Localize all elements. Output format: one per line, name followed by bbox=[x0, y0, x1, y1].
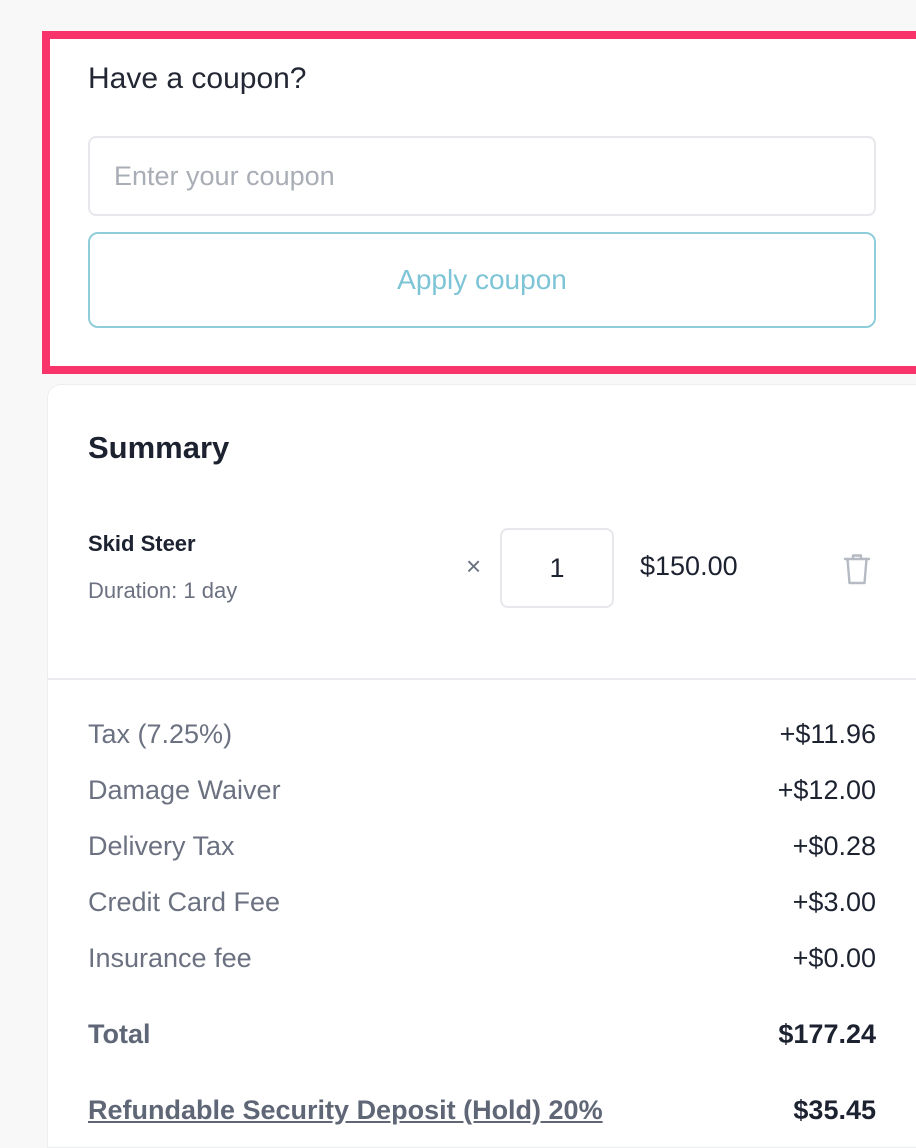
fee-label: Delivery Tax bbox=[88, 830, 235, 861]
fee-value: +$0.00 bbox=[792, 942, 876, 973]
item-price: $150.00 bbox=[640, 551, 738, 581]
fee-label: Tax (7.25%) bbox=[88, 718, 233, 749]
fee-label: Damage Waiver bbox=[88, 774, 281, 805]
fee-value: +$0.28 bbox=[792, 830, 876, 861]
fee-row-damage-waiver: Damage Waiver +$12.00 bbox=[88, 773, 876, 807]
fee-value: +$3.00 bbox=[792, 886, 876, 917]
coupon-title: Have a coupon? bbox=[88, 62, 307, 95]
total-label: Total bbox=[88, 1018, 151, 1049]
quantity-input[interactable] bbox=[500, 528, 614, 608]
trash-icon[interactable] bbox=[842, 552, 872, 586]
fee-value: +$11.96 bbox=[779, 718, 876, 749]
fee-row-credit-card-fee: Credit Card Fee +$3.00 bbox=[88, 885, 876, 919]
summary-title: Summary bbox=[88, 430, 230, 465]
fee-label: Credit Card Fee bbox=[88, 886, 281, 917]
deposit-link[interactable]: Refundable Security Deposit (Hold) 20% bbox=[88, 1095, 603, 1126]
checkout-page: Have a coupon? Apply coupon Summary Skid… bbox=[0, 0, 916, 1148]
deposit-value: $35.45 bbox=[793, 1094, 876, 1125]
fee-value: +$12.00 bbox=[777, 774, 876, 805]
item-duration: Duration: 1 day bbox=[88, 578, 238, 603]
fee-row-delivery-tax: Delivery Tax +$0.28 bbox=[88, 829, 876, 863]
total-row: Total $177.24 bbox=[88, 1016, 876, 1052]
total-value: $177.24 bbox=[778, 1018, 876, 1049]
apply-coupon-button[interactable]: Apply coupon bbox=[88, 232, 876, 328]
fee-row-insurance-fee: Insurance fee +$0.00 bbox=[88, 941, 876, 975]
fee-label: Insurance fee bbox=[88, 942, 252, 973]
divider bbox=[47, 678, 916, 680]
deposit-row: Refundable Security Deposit (Hold) 20% $… bbox=[88, 1092, 876, 1128]
fee-row-tax: Tax (7.25%) +$11.96 bbox=[88, 717, 876, 751]
coupon-input[interactable] bbox=[88, 136, 876, 216]
item-name: Skid Steer bbox=[88, 531, 196, 556]
times-symbol: × bbox=[466, 551, 482, 581]
